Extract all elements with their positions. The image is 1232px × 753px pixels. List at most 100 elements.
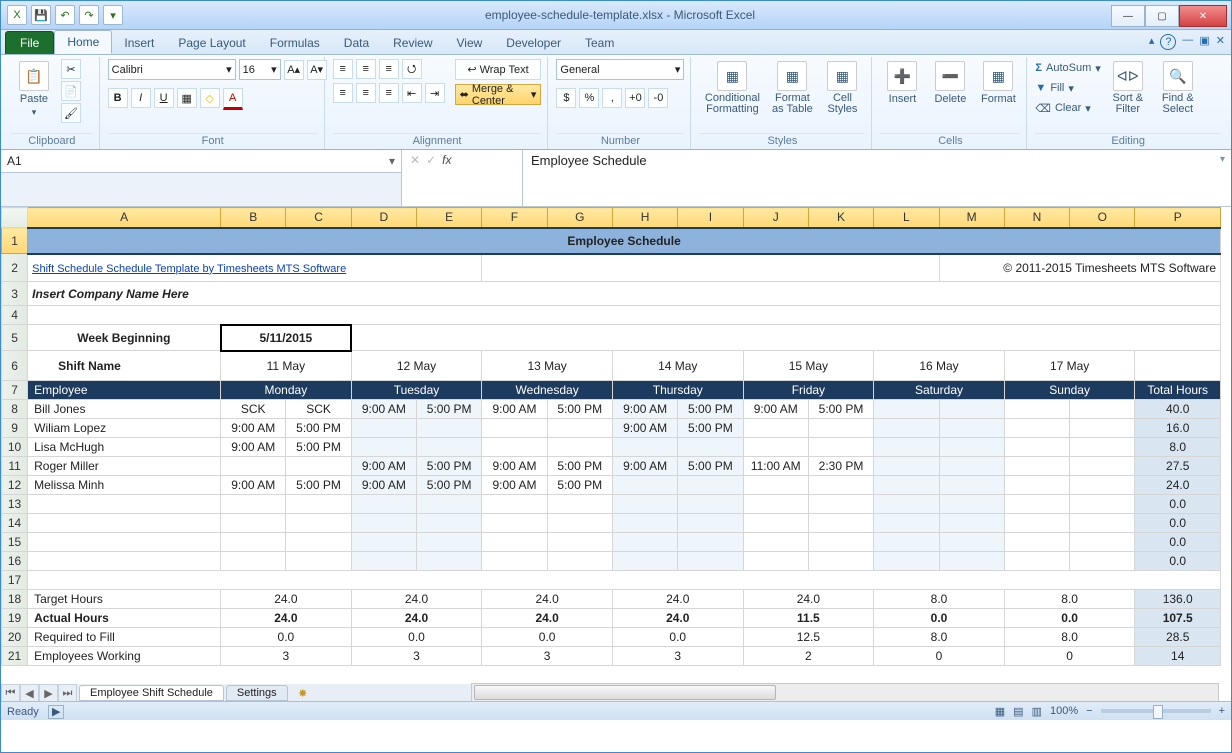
rowhdr-4[interactable]: 4: [2, 306, 28, 325]
zoom-out-button[interactable]: −: [1086, 705, 1092, 717]
cell[interactable]: [417, 438, 482, 457]
cell[interactable]: Tuesday: [351, 381, 482, 400]
cell[interactable]: 8.0: [874, 590, 1005, 609]
cell[interactable]: 24.0: [221, 609, 352, 628]
cell[interactable]: [28, 571, 1221, 590]
cell[interactable]: [1070, 400, 1135, 419]
cell[interactable]: 13 May: [482, 351, 613, 381]
cell[interactable]: Shift Name: [28, 351, 221, 381]
tab-view[interactable]: View: [445, 32, 495, 54]
cell[interactable]: 0.0: [1135, 495, 1221, 514]
cell[interactable]: [417, 552, 482, 571]
cell[interactable]: Saturday: [874, 381, 1005, 400]
colhdr-H[interactable]: H: [612, 208, 677, 228]
cell[interactable]: 11.5: [743, 609, 874, 628]
cell[interactable]: 8.0: [1135, 438, 1221, 457]
zoom-in-button[interactable]: +: [1219, 705, 1225, 717]
view-page-break-icon[interactable]: ▥: [1032, 705, 1042, 718]
cell[interactable]: 136.0: [1135, 590, 1221, 609]
cell[interactable]: [1070, 514, 1135, 533]
cell[interactable]: [221, 552, 286, 571]
cell[interactable]: 3: [351, 647, 482, 666]
cell[interactable]: 5:00 PM: [417, 476, 482, 495]
colhdr-B[interactable]: B: [221, 208, 286, 228]
cell[interactable]: Wiliam Lopez: [28, 419, 221, 438]
cell[interactable]: [743, 552, 808, 571]
save-icon[interactable]: 💾: [31, 5, 51, 25]
cell[interactable]: [678, 438, 743, 457]
cell[interactable]: Sunday: [1004, 381, 1135, 400]
cell[interactable]: [743, 533, 808, 552]
cell-styles-button[interactable]: ▦Cell Styles: [819, 59, 865, 117]
cell[interactable]: [808, 533, 873, 552]
cell[interactable]: Actual Hours: [28, 609, 221, 628]
cell[interactable]: [612, 533, 677, 552]
cell[interactable]: [612, 495, 677, 514]
colhdr-K[interactable]: K: [808, 208, 873, 228]
align-top-button[interactable]: ≡: [333, 59, 353, 79]
colhdr-D[interactable]: D: [351, 208, 416, 228]
cell[interactable]: Required to Fill: [28, 628, 221, 647]
cell[interactable]: Total Hours: [1135, 381, 1221, 400]
cell[interactable]: Melissa Minh: [28, 476, 221, 495]
cell[interactable]: 5:00 PM: [286, 419, 351, 438]
cell[interactable]: Week Beginning: [28, 325, 221, 351]
cell[interactable]: 11:00 AM: [743, 457, 808, 476]
cell[interactable]: 0: [874, 647, 1005, 666]
cell[interactable]: [286, 457, 351, 476]
cell[interactable]: 9:00 AM: [221, 438, 286, 457]
cell[interactable]: [1004, 419, 1069, 438]
cell[interactable]: [417, 495, 482, 514]
cell[interactable]: [482, 495, 547, 514]
colhdr-F[interactable]: F: [482, 208, 547, 228]
cell[interactable]: [28, 514, 221, 533]
cell[interactable]: 5:00 PM: [547, 400, 612, 419]
cell[interactable]: [678, 476, 743, 495]
sheet-nav-prev[interactable]: ◀: [20, 684, 39, 702]
rowhdr-1[interactable]: 1: [2, 228, 28, 254]
bold-button[interactable]: B: [108, 88, 128, 108]
colhdr-G[interactable]: G: [547, 208, 612, 228]
cell[interactable]: 27.5: [1135, 457, 1221, 476]
cell[interactable]: [1004, 400, 1069, 419]
rowhdr-6[interactable]: 6: [2, 351, 28, 381]
minimize-button[interactable]: —: [1111, 5, 1145, 27]
font-size-combo[interactable]: 16▾: [239, 59, 281, 80]
cell[interactable]: [939, 457, 1004, 476]
cell[interactable]: [743, 438, 808, 457]
cell[interactable]: 24.0: [612, 590, 743, 609]
cell[interactable]: 9:00 AM: [482, 400, 547, 419]
underline-button[interactable]: U: [154, 88, 174, 108]
cell[interactable]: 0.0: [482, 628, 613, 647]
merge-center-button[interactable]: ⬌Merge & Center▾: [455, 84, 542, 105]
cell[interactable]: 24.0: [221, 590, 352, 609]
rowhdr-11[interactable]: 11: [2, 457, 28, 476]
cell[interactable]: [808, 476, 873, 495]
cell[interactable]: 0.0: [874, 609, 1005, 628]
cell[interactable]: 24.0: [482, 609, 613, 628]
cell[interactable]: 24.0: [743, 590, 874, 609]
cell[interactable]: [482, 533, 547, 552]
cell[interactable]: [286, 533, 351, 552]
cell[interactable]: 5:00 PM: [678, 457, 743, 476]
cell[interactable]: Wednesday: [482, 381, 613, 400]
tab-home[interactable]: Home: [54, 30, 112, 54]
cell[interactable]: [612, 514, 677, 533]
format-cells-button[interactable]: ▦Format: [976, 59, 1020, 107]
cell[interactable]: [286, 552, 351, 571]
cell[interactable]: [1070, 495, 1135, 514]
cell[interactable]: Shift Schedule Schedule Template by Time…: [28, 254, 482, 282]
percent-button[interactable]: %: [579, 88, 599, 108]
cell[interactable]: Employees Working: [28, 647, 221, 666]
cell[interactable]: 12.5: [743, 628, 874, 647]
cell[interactable]: 9:00 AM: [351, 400, 416, 419]
cell[interactable]: [351, 552, 416, 571]
rowhdr-12[interactable]: 12: [2, 476, 28, 495]
cell[interactable]: [286, 514, 351, 533]
font-name-combo[interactable]: Calibri▾: [108, 59, 236, 80]
cell[interactable]: 5:00 PM: [678, 419, 743, 438]
cell[interactable]: 24.0: [351, 609, 482, 628]
cell[interactable]: [1004, 438, 1069, 457]
cell[interactable]: Target Hours: [28, 590, 221, 609]
cell[interactable]: [547, 514, 612, 533]
